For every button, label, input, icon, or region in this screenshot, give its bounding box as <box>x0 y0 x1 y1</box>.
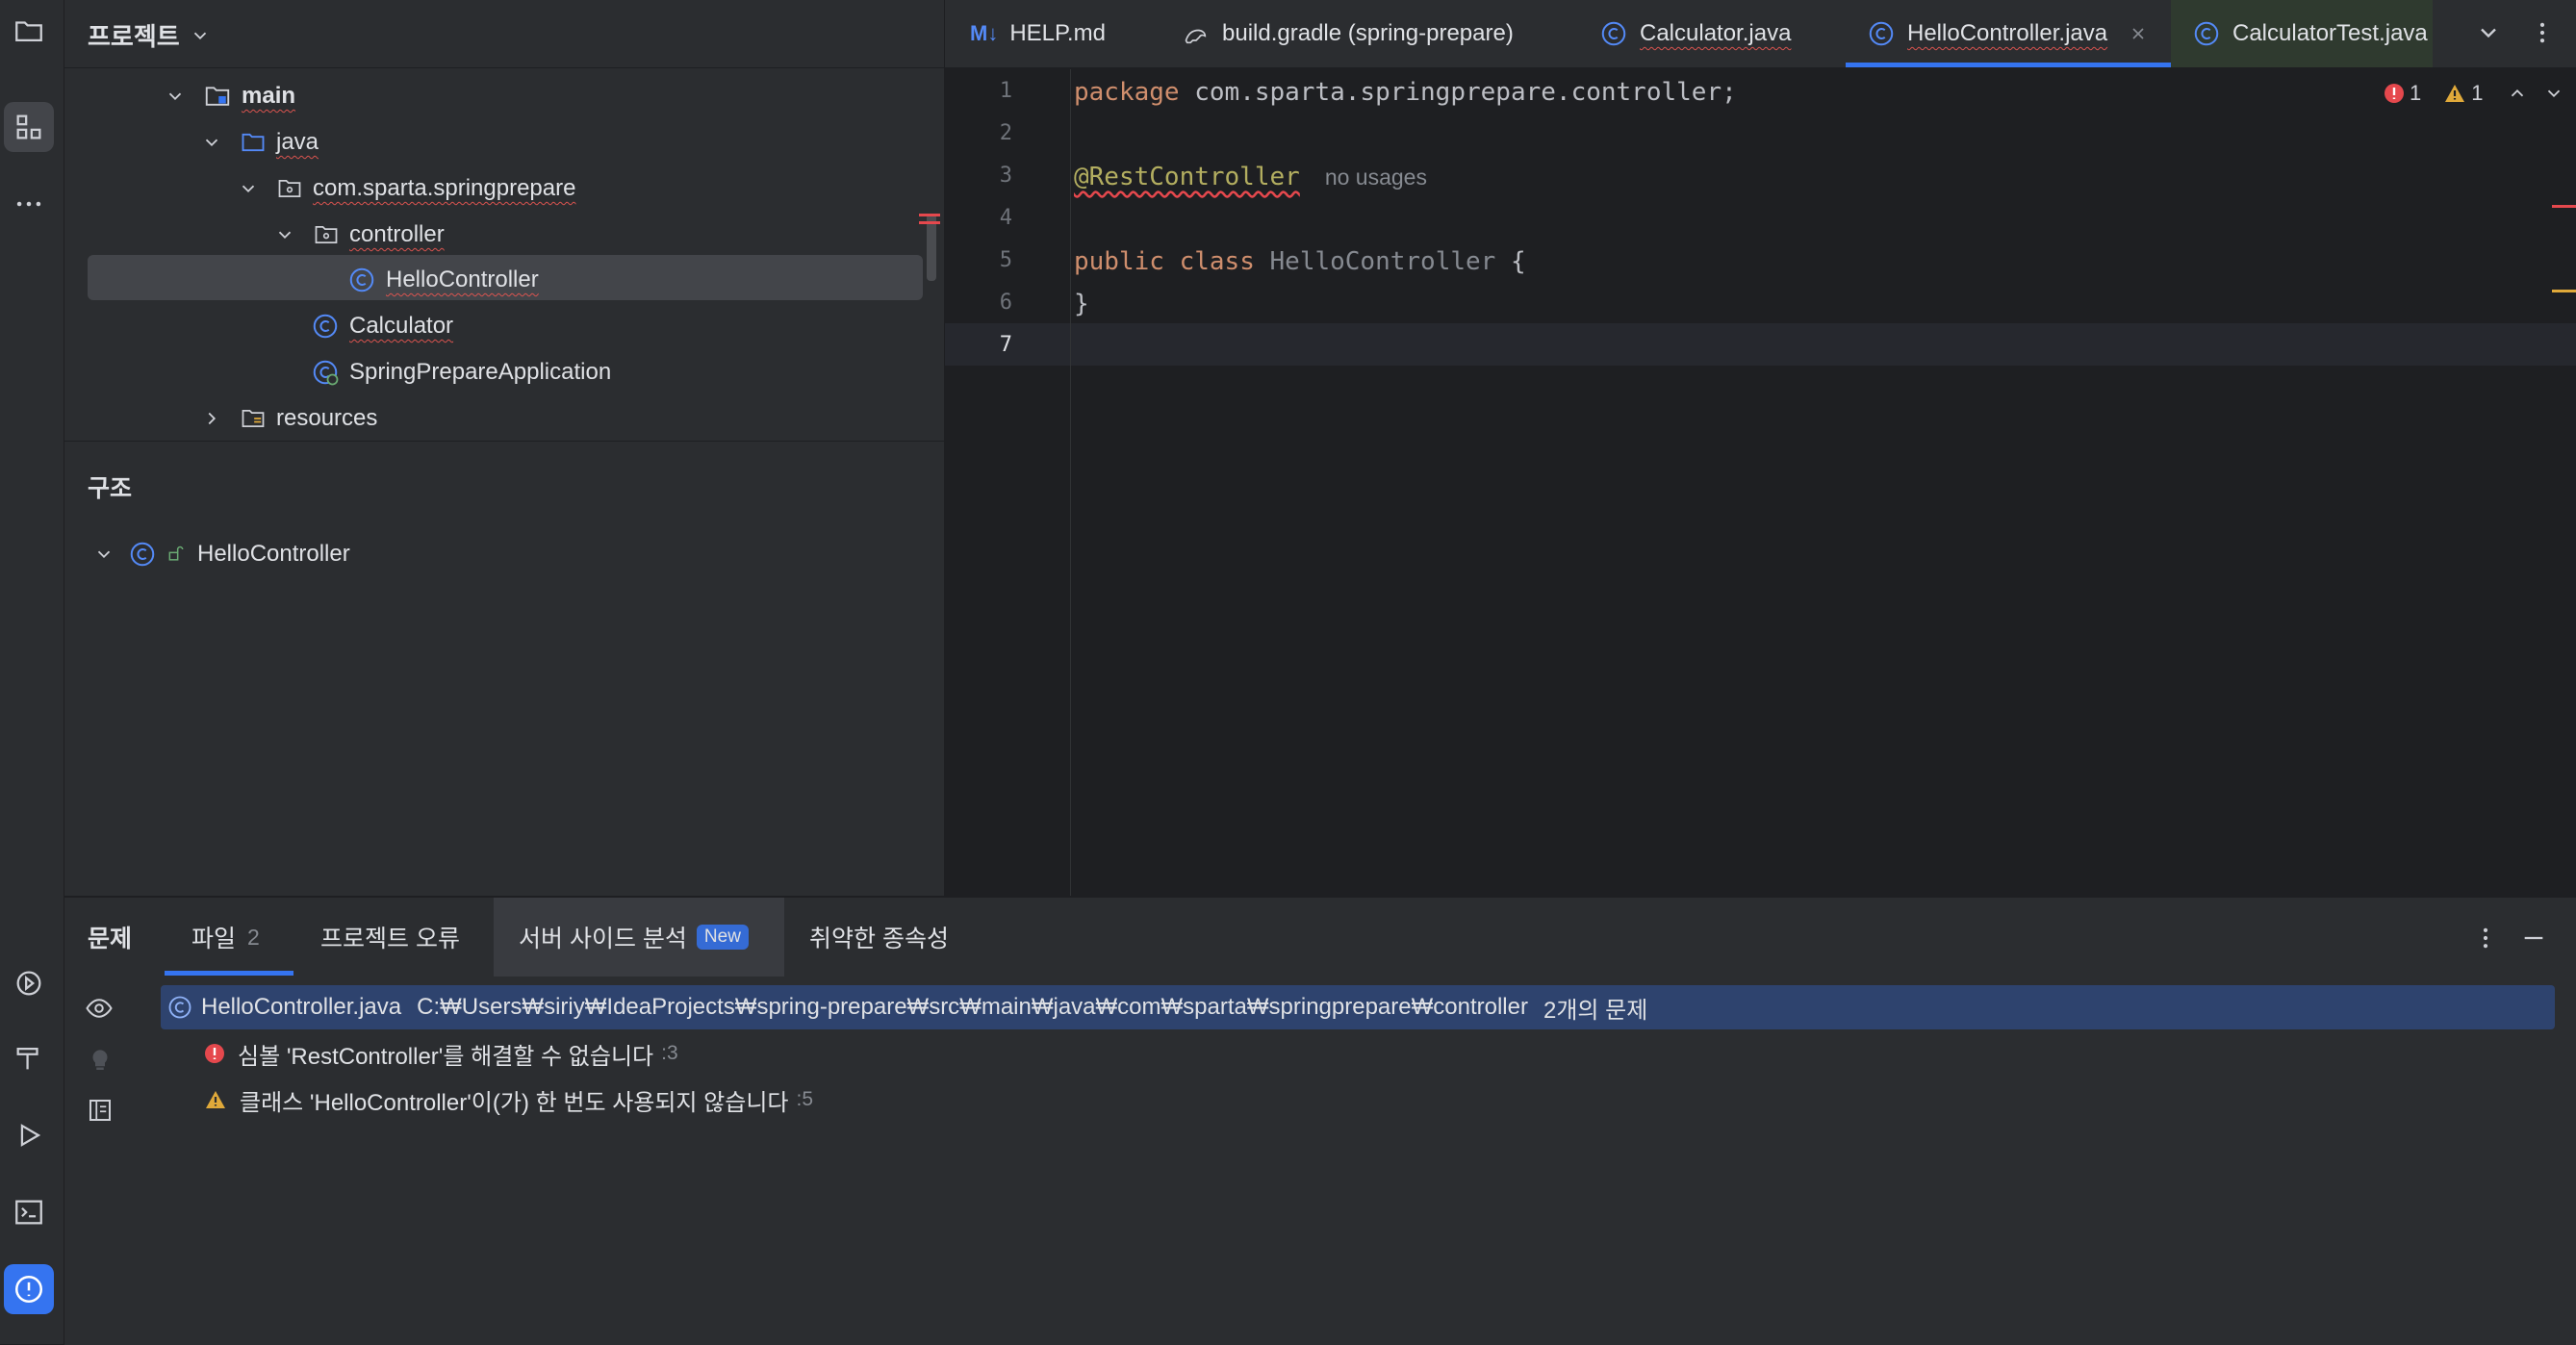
minimize-icon[interactable] <box>2520 925 2547 952</box>
class-icon <box>349 267 374 292</box>
next-highlight-icon[interactable] <box>2543 83 2564 104</box>
module-folder-icon <box>205 87 230 106</box>
tab-calculator-java[interactable]: Calculator.java <box>1599 0 1791 67</box>
error-icon <box>205 1044 224 1063</box>
resources-folder-icon <box>242 409 265 428</box>
editor-area: M↓ HELP.md build.gradle (spring-prepare)… <box>945 0 2576 896</box>
tab-calculatortest-java[interactable]: CalculatorTest.java <box>2192 0 2428 67</box>
preview-icon[interactable] <box>86 1096 115 1125</box>
warning-icon <box>206 1091 225 1108</box>
tree-item-springprepareapplication[interactable]: SpringPrepareApplication <box>311 350 611 394</box>
previous-highlight-icon[interactable] <box>2507 83 2528 104</box>
error-stripe-mark[interactable] <box>2552 205 2576 208</box>
editor-tab-bar: M↓ HELP.md build.gradle (spring-prepare)… <box>945 0 2576 68</box>
class-icon <box>1869 21 1894 46</box>
tree-item-package[interactable]: com.sparta.springprepare <box>238 166 575 211</box>
new-badge: New <box>696 925 749 950</box>
inspection-widget[interactable]: 1 1 <box>2383 81 2564 106</box>
problem-item-error[interactable]: 심볼 'RestController'를 해결할 수 없습니다 :3 <box>203 1031 678 1076</box>
package-icon <box>315 225 338 244</box>
problems-icon[interactable] <box>4 1264 54 1314</box>
tab-help-md[interactable]: M↓ HELP.md <box>970 0 1106 67</box>
error-icon <box>2385 84 2404 103</box>
chevron-right-icon <box>208 412 217 425</box>
chevron-down-icon <box>205 139 218 147</box>
chevron-down-icon <box>193 32 206 39</box>
structure-title: 구조 <box>88 475 133 502</box>
class-icon <box>313 314 338 339</box>
tree-item-calculator[interactable]: Calculator <box>311 304 453 348</box>
project-panel-header: 프로젝트 <box>64 0 944 68</box>
tree-item-main[interactable]: main <box>165 74 295 118</box>
package-icon <box>278 179 301 198</box>
tree-item-resources[interactable]: resources <box>201 396 377 441</box>
activity-bar <box>0 0 64 1344</box>
eye-icon[interactable] <box>82 994 116 1023</box>
tab-project-errors[interactable]: 프로젝트 오류 <box>320 898 460 977</box>
tab-server-side-analysis[interactable]: 서버 사이드 분석 New <box>519 898 749 977</box>
project-view-selector[interactable]: 프로젝트 <box>88 17 211 53</box>
error-stripe-mark <box>919 214 940 216</box>
warning-stripe-mark[interactable] <box>2552 290 2576 292</box>
tab-file[interactable]: 파일 2 <box>191 898 260 977</box>
tree-item-controller[interactable]: controller <box>274 213 445 257</box>
project-folder-icon[interactable] <box>4 6 54 56</box>
usages-hint[interactable]: no usages <box>1325 165 1427 190</box>
class-icon <box>130 542 155 567</box>
current-line-highlight <box>945 323 2576 366</box>
tab-vulnerable-dependencies[interactable]: 취약한 종속성 <box>809 898 949 977</box>
lightbulb-icon[interactable] <box>86 1045 115 1076</box>
spring-boot-class-icon <box>313 360 339 386</box>
more-options-icon[interactable] <box>2472 923 2499 953</box>
tab-build-gradle[interactable]: build.gradle (spring-prepare) <box>1182 0 1514 67</box>
line-number-gutter: 1 2 3 4 5 6 7 <box>999 79 1012 357</box>
structure-item-hellocontroller[interactable]: HelloController <box>93 532 350 576</box>
tree-item-hellocontroller[interactable]: HelloController <box>347 258 539 302</box>
terminal-icon[interactable] <box>4 1187 54 1237</box>
code-line-3[interactable]: @RestController no usages <box>1074 156 1427 198</box>
tree-item-java[interactable]: java <box>201 120 319 165</box>
problem-file-row[interactable]: HelloController.java C:₩Users₩siriy₩Idea… <box>166 985 1647 1029</box>
active-tab-indicator <box>1846 63 2171 67</box>
run-icon[interactable] <box>4 1110 54 1160</box>
code-line-5[interactable]: public class HelloController { <box>1074 241 1526 283</box>
chevron-down-icon <box>97 550 111 559</box>
tab-list-chevron-icon[interactable] <box>2475 19 2502 46</box>
project-panel: 프로젝트 main java com.sparta.springprepare … <box>64 0 944 896</box>
build-hammer-icon[interactable] <box>4 1033 54 1083</box>
problems-title: 문제 <box>88 926 133 952</box>
class-icon <box>2194 21 2219 46</box>
project-title: 프로젝트 <box>88 22 180 51</box>
class-icon <box>168 996 191 1019</box>
code-line-1[interactable]: package com.sparta.springprepare.control… <box>1074 71 1737 114</box>
markdown-icon: M↓ <box>970 21 999 45</box>
active-tab-indicator <box>165 971 293 976</box>
chevron-down-icon <box>168 92 182 101</box>
tab-hellocontroller-java[interactable]: HelloController.java <box>1867 0 2159 67</box>
structure-icon[interactable] <box>4 102 54 152</box>
problem-item-warning[interactable]: 클래스 'HelloController'이(가) 한 번도 사용되지 않습니다… <box>203 1078 813 1122</box>
gradle-icon <box>1185 29 1207 44</box>
gutter-separator <box>1070 69 1071 896</box>
error-stripe-mark <box>919 221 940 224</box>
chevron-down-icon <box>278 231 292 240</box>
services-icon[interactable] <box>4 958 54 1008</box>
code-line-6[interactable]: } <box>1074 283 1089 325</box>
chevron-down-icon <box>242 185 255 193</box>
structure-divider <box>64 441 944 442</box>
class-icon <box>1601 21 1626 46</box>
problems-panel: 문제 파일 2 프로젝트 오류 서버 사이드 분석 New 취약한 종속성 He… <box>64 897 2576 1345</box>
warning-icon <box>2445 85 2465 102</box>
source-folder-icon <box>242 133 265 152</box>
more-options-icon[interactable] <box>2529 17 2556 48</box>
more-tools-icon[interactable] <box>4 179 54 229</box>
close-tab-icon[interactable] <box>2129 24 2148 43</box>
public-visibility-icon <box>168 546 184 561</box>
